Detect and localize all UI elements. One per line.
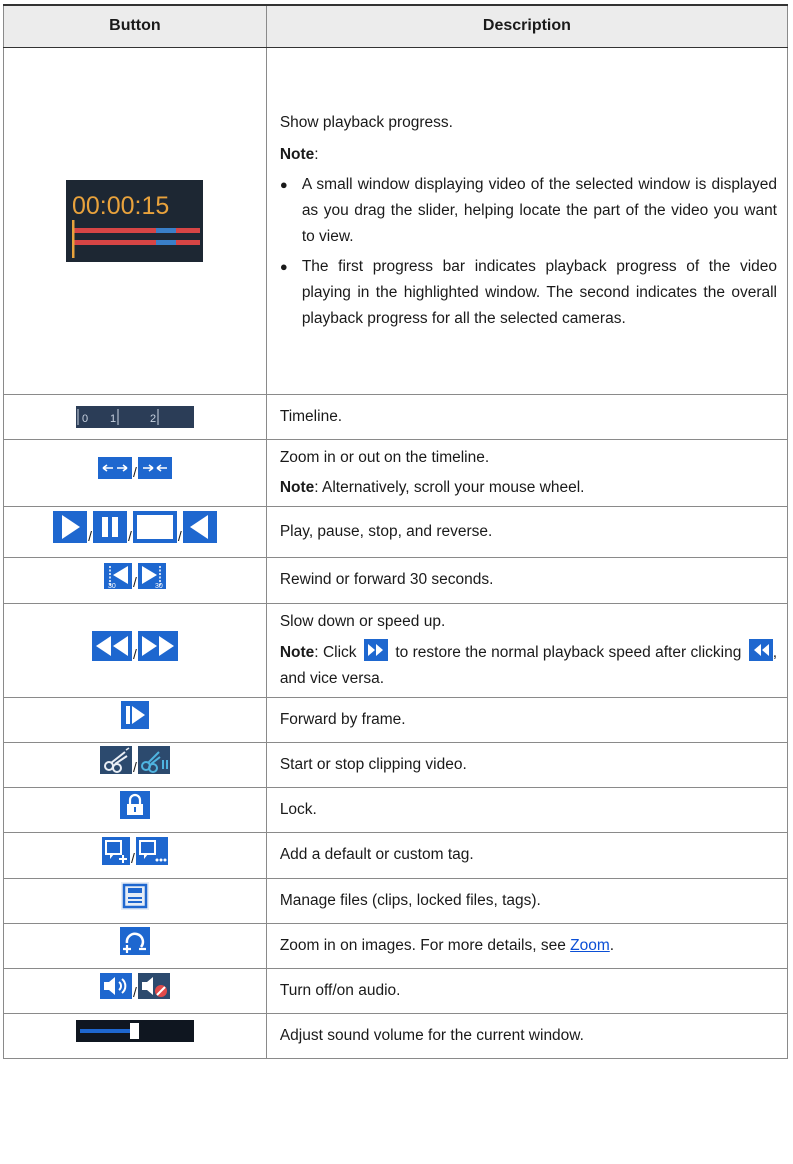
audio-cell: / (3, 967, 267, 1014)
table-row: / Turn off/on audio. (3, 967, 789, 1014)
timeline-tick-1: 1 (110, 413, 116, 425)
table-row: 30 / 30 Rewind or forward 30 seconds. (3, 556, 789, 604)
progress-slider-icon: 00:00:15 (66, 179, 204, 262)
table-row: Forward by frame. (3, 696, 789, 743)
table-header-row: Button Description (3, 4, 789, 48)
file-manager-icon[interactable] (120, 882, 149, 910)
timeline-description: Timeline. (265, 393, 789, 440)
skip-description: Rewind or forward 30 seconds. (265, 556, 789, 604)
rewind-30-label: 30 (108, 583, 116, 589)
zoom-timeline-description: Zoom in or out on the timeline. Note: Al… (265, 438, 789, 507)
tag-cell: / (3, 831, 267, 879)
speaker-muted-icon[interactable] (137, 973, 170, 999)
frame-cell (3, 696, 267, 743)
pause-icon[interactable] (92, 511, 127, 543)
image-zoom-cell (3, 922, 267, 969)
frame-forward-icon[interactable] (120, 701, 149, 729)
note-bullet-2: The first progress bar indicates playbac… (280, 254, 777, 332)
rewind-30-icon[interactable]: 30 (103, 562, 132, 589)
forward-30-icon[interactable]: 30 (137, 562, 166, 589)
tag-description: Add a default or custom tag. (265, 831, 789, 879)
image-zoom-description: Zoom in on images. For more details, see… (265, 922, 789, 969)
timeline-icon: 0 1 2 (75, 405, 194, 428)
zoom-link[interactable]: Zoom (570, 937, 610, 954)
skip-cell: 30 / 30 (3, 556, 267, 604)
image-zoom-text-a: Zoom in on images. For more details, see (279, 936, 571, 954)
note-label: Note (279, 478, 315, 496)
frame-description: Forward by frame. (265, 696, 789, 743)
table-row: / / / Play, pause, stop, and reverse. (3, 505, 789, 558)
collapse-arrows-icon[interactable] (137, 457, 172, 479)
play-icon[interactable] (53, 511, 88, 543)
speed-line1: Slow down or speed up. (279, 612, 446, 630)
speed-note-b: to restore the normal playback speed aft… (395, 643, 742, 661)
image-zoom-icon[interactable] (119, 927, 150, 955)
reverse-icon[interactable] (182, 511, 217, 543)
expand-arrows-icon[interactable] (97, 457, 132, 479)
volume-description: Adjust sound volume for the current wind… (265, 1012, 789, 1059)
clip-cell: / (3, 741, 267, 788)
volume-slider[interactable] (75, 1020, 194, 1042)
note-bullets: A small window displaying video of the s… (280, 172, 777, 332)
timeline-tick-0: 0 (82, 413, 88, 425)
volume-cell (3, 1012, 267, 1059)
playback-controls-cell: / / / (3, 505, 267, 558)
forward-30-label: 30 (155, 583, 163, 589)
button-description-table: Button Description 00:00:15 Show playbac… (3, 4, 789, 1059)
lock-icon[interactable] (119, 791, 150, 819)
table-row: / Start or stop clipping video. (3, 741, 789, 788)
playback-controls-description: Play, pause, stop, and reverse. (265, 505, 789, 558)
header-button: Button (3, 4, 267, 48)
timeline-cell: 0 1 2 (3, 393, 267, 440)
speed-note-a: : Click (314, 643, 357, 661)
zoom-note-text: : Alternatively, scroll your mouse wheel… (314, 478, 585, 496)
table-row: Adjust sound volume for the current wind… (3, 1012, 789, 1059)
note-label: Note (279, 145, 315, 163)
progress-widget-cell: 00:00:15 (3, 46, 267, 395)
table-row: / Slow down or speed up. Note: Click to … (3, 602, 789, 698)
table-row: Zoom in on images. For more details, see… (3, 922, 789, 969)
header-description: Description (265, 4, 789, 48)
note-bullet-1: A small window displaying video of the s… (280, 172, 777, 250)
table-row: Lock. (3, 786, 789, 833)
files-description: Manage files (clips, locked files, tags)… (265, 877, 789, 924)
clip-description: Start or stop clipping video. (265, 741, 789, 788)
timeline-tick-2: 2 (150, 413, 156, 425)
volume-slider-handle (129, 1023, 139, 1039)
progress-line1: Show playback progress. (279, 113, 453, 131)
default-tag-icon[interactable] (101, 836, 130, 865)
inline-speed-up-icon (363, 638, 388, 661)
inline-slow-down-icon (748, 638, 773, 661)
custom-tag-icon[interactable] (135, 836, 168, 865)
speed-cell: / (3, 602, 267, 698)
speed-up-icon[interactable] (137, 630, 178, 661)
table-row: Manage files (clips, locked files, tags)… (3, 877, 789, 924)
slow-down-icon[interactable] (91, 630, 132, 661)
table-row: / Zoom in or out on the timeline. Note: … (3, 438, 789, 507)
files-cell (3, 877, 267, 924)
audio-description: Turn off/on audio. (265, 967, 789, 1014)
zoom-line1: Zoom in or out on the timeline. (279, 448, 490, 466)
table-row: / Add a default or custom tag. (3, 831, 789, 879)
speaker-on-icon[interactable] (99, 973, 132, 999)
table-row: 00:00:15 Show playback progress. Note: A… (3, 46, 789, 395)
table-row: 0 1 2 Timeline. (3, 393, 789, 440)
image-zoom-text-b: . (609, 936, 615, 954)
stop-icon[interactable] (132, 511, 177, 543)
lock-cell (3, 786, 267, 833)
lock-description: Lock. (265, 786, 789, 833)
note-colon: : (314, 145, 319, 163)
note-label: Note (279, 643, 315, 661)
zoom-timeline-cell: / (3, 438, 267, 507)
speed-description: Slow down or speed up. Note: Click to re… (265, 602, 789, 698)
progress-description: Show playback progress. Note: A small wi… (265, 46, 789, 395)
scissors-start-icon[interactable] (99, 746, 132, 774)
scissors-stop-icon[interactable] (137, 746, 170, 774)
progress-timecode: 00:00:15 (72, 192, 169, 220)
